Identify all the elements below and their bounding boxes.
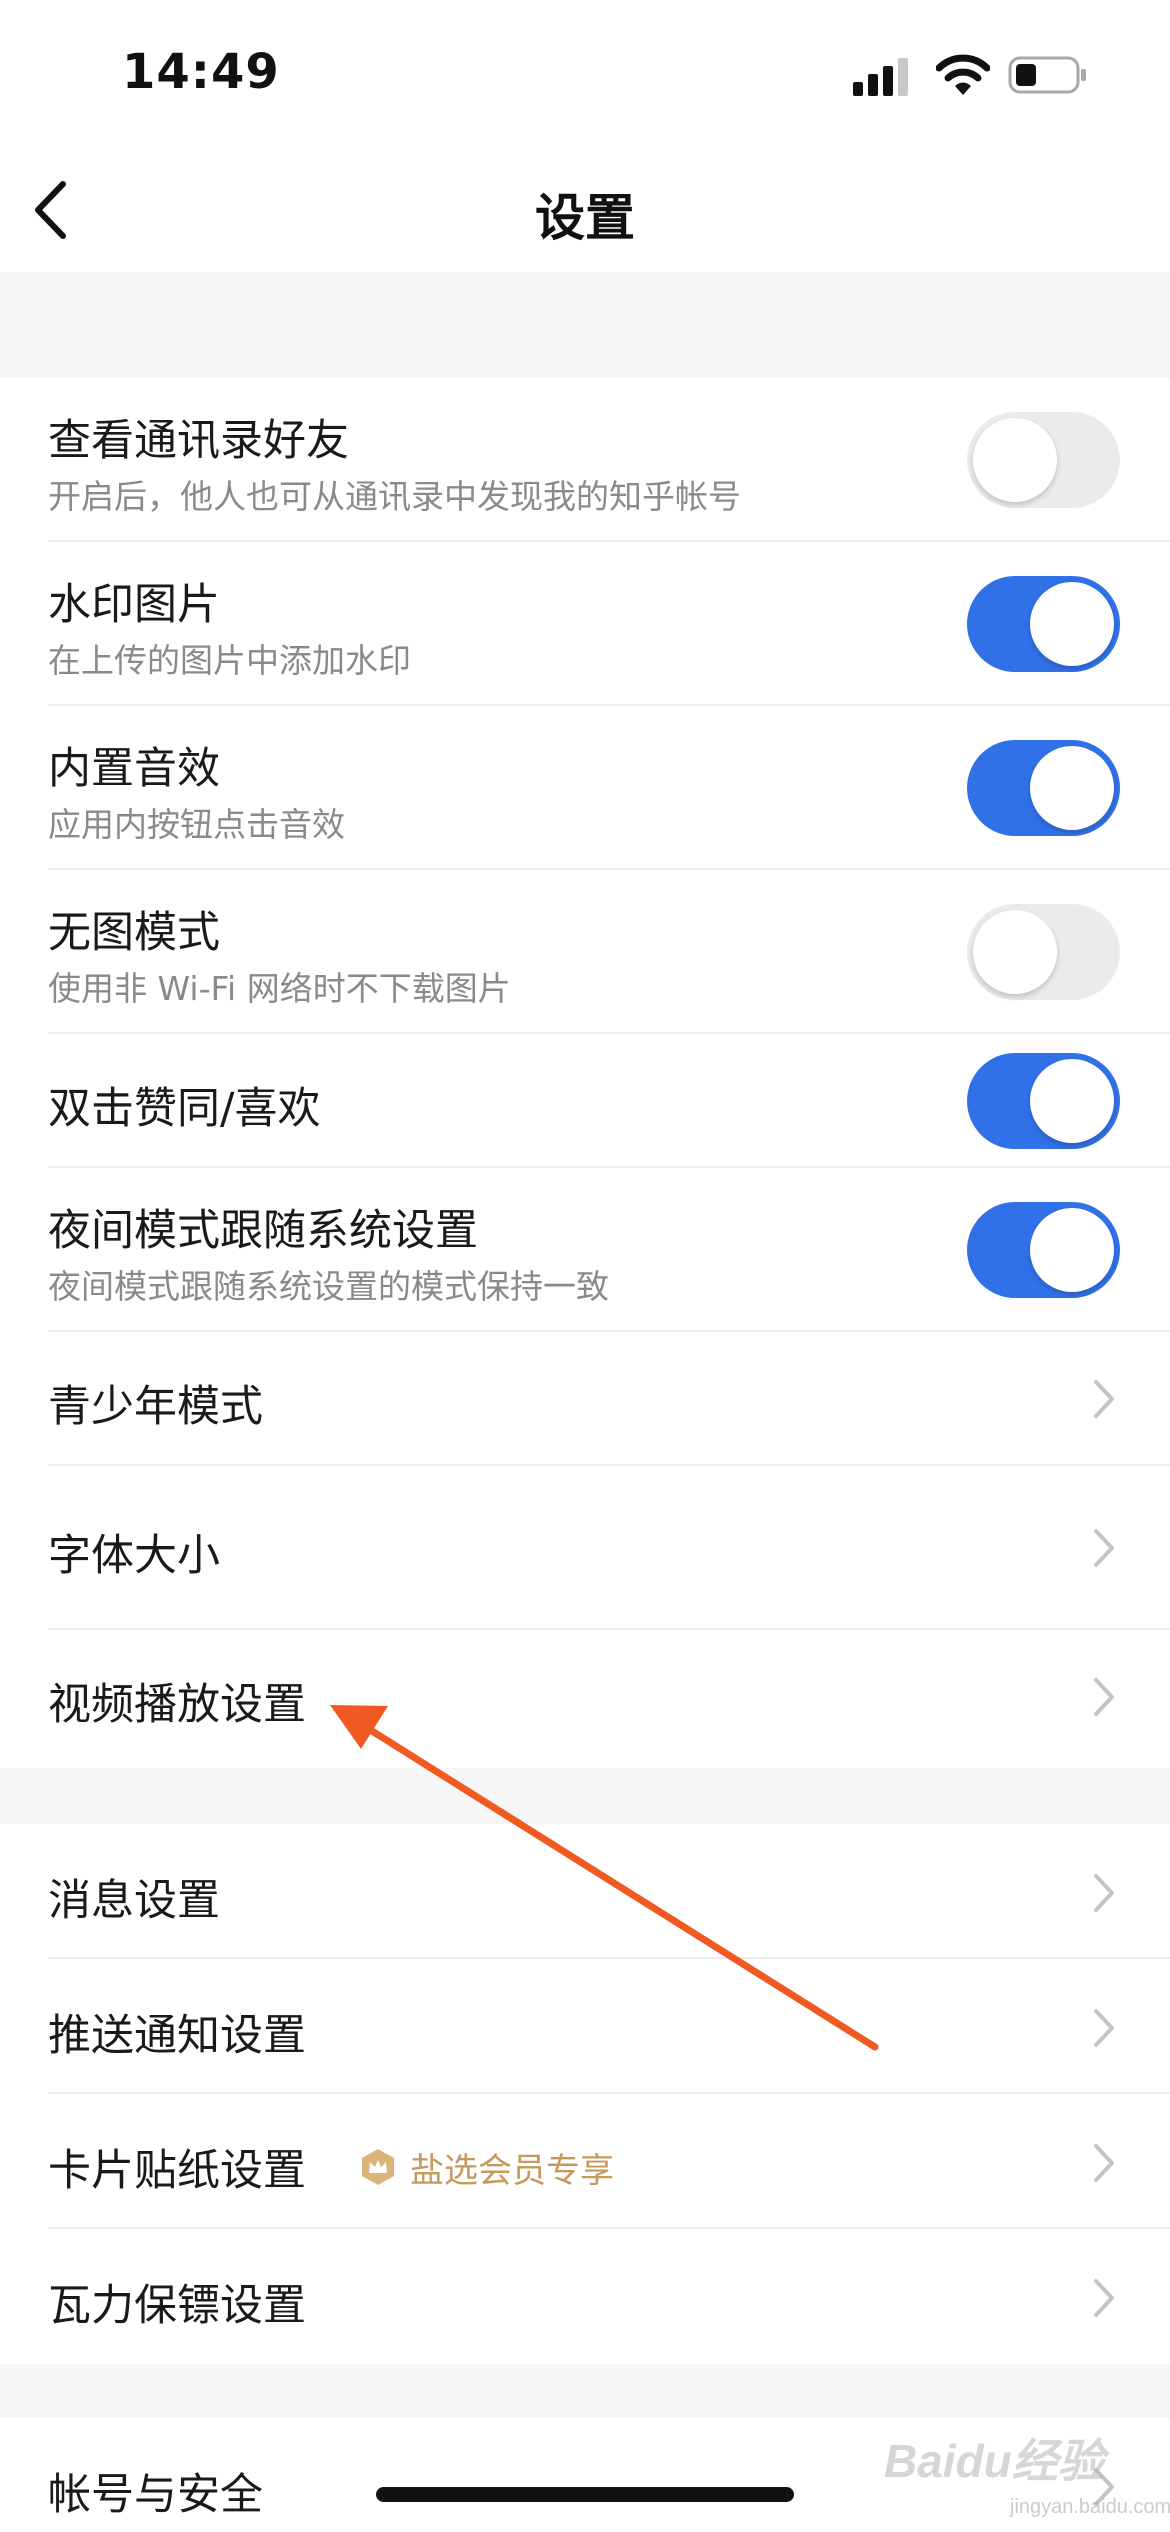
signal-icon [853, 58, 908, 96]
setting-subtitle: 开启后，他人也可从通讯录中发现我的知乎帐号 [48, 477, 741, 516]
setting-row-card-sticker[interactable]: 卡片贴纸设置 盐选会员专享 [0, 2094, 1170, 2229]
vip-crown-icon [362, 2149, 394, 2185]
vip-badge: 盐选会员专享 [360, 2144, 614, 2191]
settings-section-notifications: 消息设置 推送通知设置 卡片贴纸设置 盐选会员专享 瓦力保镖设置 [0, 1824, 1170, 2364]
setting-title: 夜间模式跟随系统设置 [48, 1206, 478, 1256]
chevron-right-icon [1094, 1380, 1114, 1418]
setting-row-contacts: 查看通讯录好友 开启后，他人也可从通讯录中发现我的知乎帐号 [0, 378, 1170, 542]
setting-title: 推送通知设置 [48, 2011, 306, 2061]
setting-subtitle: 在上传的图片中添加水印 [48, 641, 411, 680]
chevron-right-icon [1094, 1678, 1114, 1716]
setting-row-double-tap: 双击赞同/喜欢 [0, 1034, 1170, 1168]
setting-subtitle: 夜间模式跟随系统设置的模式保持一致 [48, 1267, 609, 1306]
toggle-no-image[interactable] [967, 904, 1120, 1000]
setting-row-message[interactable]: 消息设置 [0, 1824, 1170, 1959]
setting-row-sound: 内置音效 应用内按钮点击音效 [0, 706, 1170, 870]
baidu-watermark-url: jingyan.baidu.com [1010, 2496, 1170, 2518]
setting-title: 无图模式 [48, 908, 220, 958]
setting-title: 水印图片 [48, 580, 220, 630]
toggle-knob [973, 910, 1057, 994]
chevron-right-icon [1094, 1529, 1114, 1567]
setting-row-push[interactable]: 推送通知设置 [0, 1959, 1170, 2094]
vip-badge-label: 盐选会员专享 [410, 2150, 614, 2191]
toggle-knob [1030, 1208, 1114, 1292]
chevron-right-icon [1094, 2144, 1114, 2182]
chevron-right-icon [1094, 2279, 1114, 2317]
setting-title: 双击赞同/喜欢 [48, 1084, 321, 1134]
toggle-knob [973, 418, 1057, 502]
setting-row-watermark: 水印图片 在上传的图片中添加水印 [0, 542, 1170, 706]
chevron-right-icon [1094, 2009, 1114, 2047]
setting-row-teen-mode[interactable]: 青少年模式 [0, 1332, 1170, 1466]
setting-row-no-image: 无图模式 使用非 Wi-Fi 网络时不下载图片 [0, 870, 1170, 1034]
section-gap [0, 1768, 1170, 1824]
section-gap [0, 272, 1170, 378]
toggle-night-mode[interactable] [967, 1202, 1120, 1298]
setting-title: 内置音效 [48, 744, 220, 794]
setting-title: 查看通讯录好友 [48, 416, 349, 466]
setting-row-video-playback[interactable]: 视频播放设置 [0, 1630, 1170, 1768]
nav-bar: 设置 [0, 150, 1170, 272]
battery-icon [1008, 56, 1086, 94]
wifi-icon [936, 54, 990, 95]
settings-section-general: 查看通讯录好友 开启后，他人也可从通讯录中发现我的知乎帐号 水印图片 在上传的图… [0, 378, 1170, 1768]
toggle-knob [1030, 1059, 1114, 1143]
setting-title: 字体大小 [48, 1531, 220, 1581]
setting-subtitle: 使用非 Wi-Fi 网络时不下载图片 [48, 969, 511, 1008]
status-bar: 14:49 [0, 0, 1170, 150]
setting-subtitle: 应用内按钮点击音效 [48, 805, 345, 844]
setting-title: 青少年模式 [48, 1382, 263, 1432]
setting-title: 瓦力保镖设置 [48, 2281, 306, 2331]
setting-title: 消息设置 [48, 1876, 220, 1926]
chevron-right-icon [1094, 1874, 1114, 1912]
toggle-double-tap[interactable] [967, 1053, 1120, 1149]
toggle-knob [1030, 746, 1114, 830]
setting-title: 视频播放设置 [48, 1680, 306, 1730]
setting-title: 帐号与安全 [48, 2470, 263, 2520]
setting-row-night-mode: 夜间模式跟随系统设置 夜间模式跟随系统设置的模式保持一致 [0, 1168, 1170, 1332]
toggle-contacts[interactable] [967, 412, 1120, 508]
section-gap [0, 2364, 1170, 2418]
baidu-watermark: Baidu经验 [884, 2435, 1104, 2487]
toggle-sound[interactable] [967, 740, 1120, 836]
status-time: 14:49 [122, 44, 280, 100]
setting-title: 卡片贴纸设置 [48, 2146, 306, 2196]
toggle-knob [1030, 582, 1114, 666]
setting-row-bodyguard[interactable]: 瓦力保镖设置 [0, 2229, 1170, 2364]
toggle-watermark[interactable] [967, 576, 1120, 672]
page-title: 设置 [535, 189, 635, 247]
setting-row-font-size[interactable]: 字体大小 [0, 1466, 1170, 1630]
home-indicator[interactable] [376, 2487, 794, 2502]
